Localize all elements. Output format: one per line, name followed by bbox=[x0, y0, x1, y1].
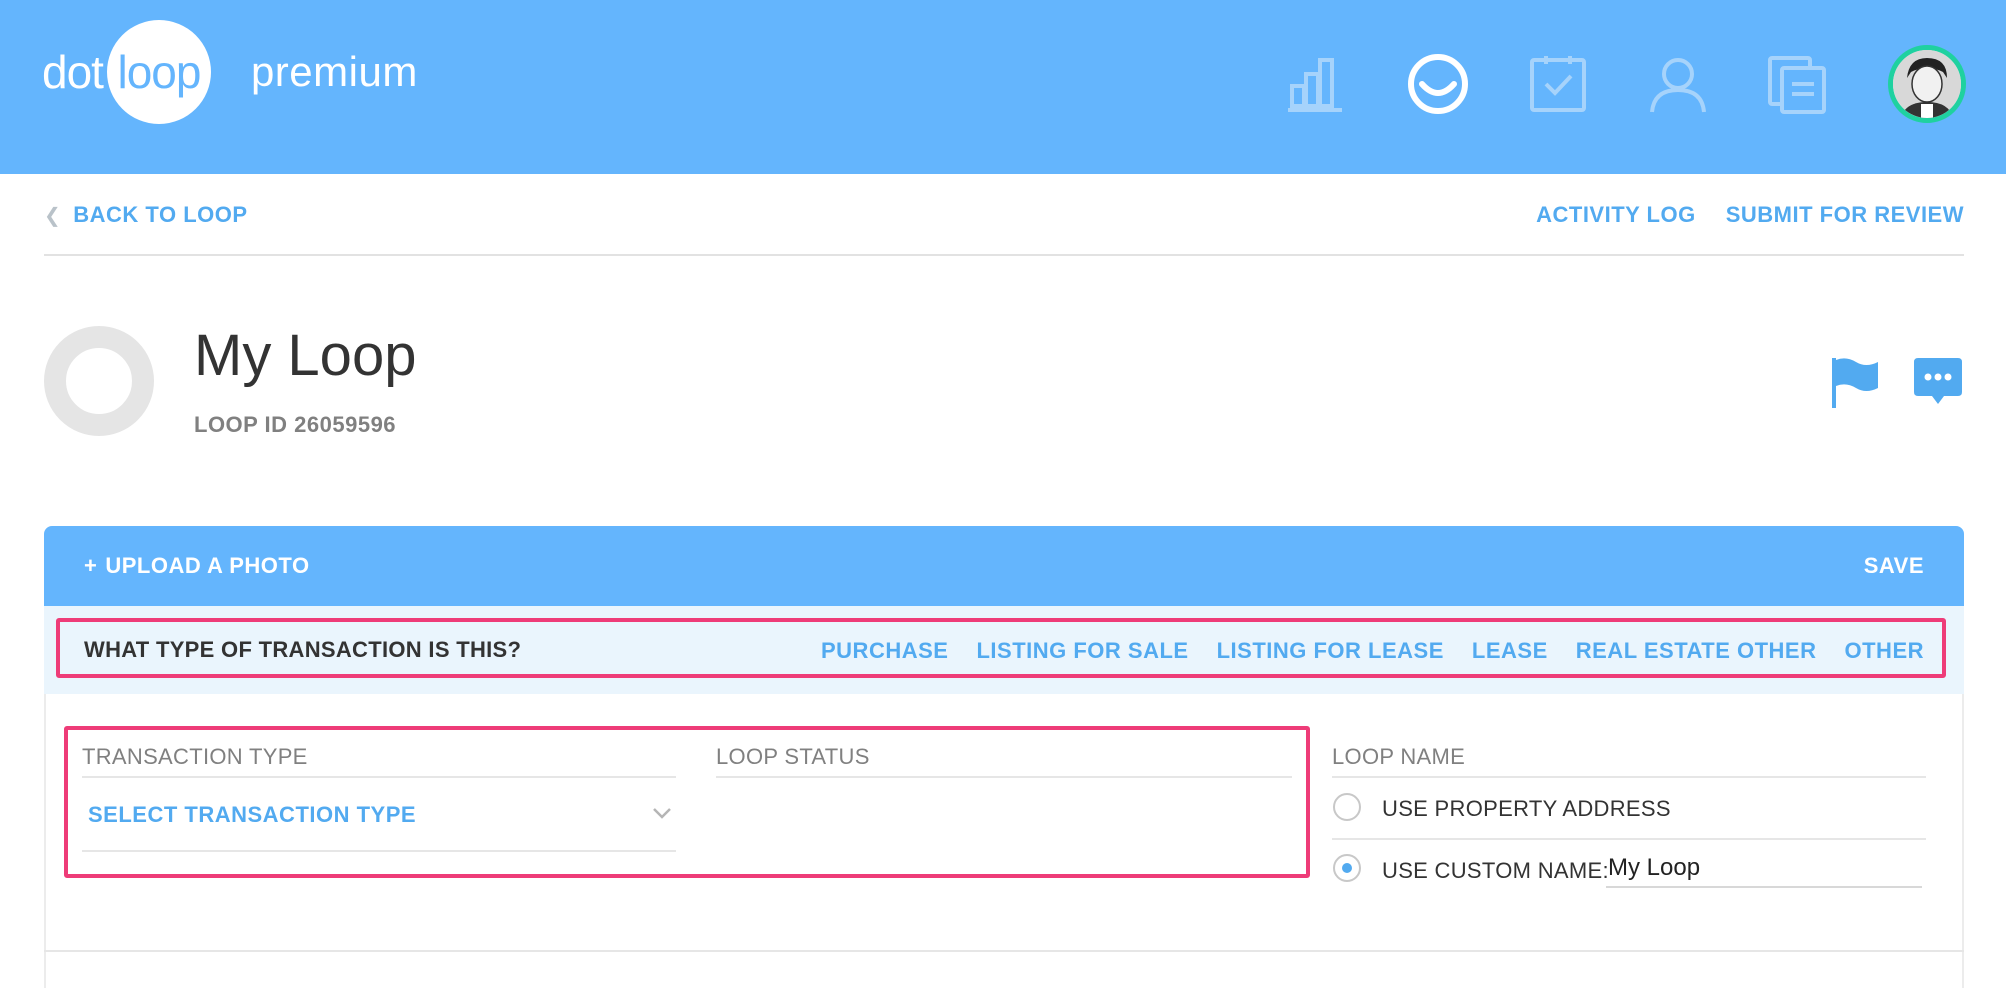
subnav-actions: ACTIVITY LOG SUBMIT FOR REVIEW bbox=[1536, 202, 1964, 228]
logo-premium: premium bbox=[250, 48, 418, 95]
loop-name-label: LOOP NAME bbox=[1332, 744, 1466, 769]
body-divider bbox=[44, 950, 1964, 952]
task-check-icon[interactable] bbox=[1526, 52, 1590, 116]
chevron-down-icon[interactable] bbox=[652, 806, 672, 820]
logo-text-dot: dot bbox=[42, 46, 104, 98]
plus-icon: + bbox=[84, 553, 98, 578]
use-custom-name-label: USE CUSTOM NAME: bbox=[1382, 858, 1609, 883]
chat-bubble-icon[interactable] bbox=[1912, 356, 1964, 408]
transaction-options: PURCHASE LISTING FOR SALE LISTING FOR LE… bbox=[821, 638, 1924, 664]
user-avatar[interactable] bbox=[1888, 45, 1966, 123]
back-to-loop-link[interactable]: ❮ BACK TO LOOP bbox=[44, 202, 248, 228]
loop-title: My Loop bbox=[194, 323, 417, 388]
transaction-question-highlight: WHAT TYPE OF TRANSACTION IS THIS? PURCHA… bbox=[56, 618, 1946, 678]
loop-id: LOOP ID 26059596 bbox=[194, 412, 397, 437]
divider bbox=[1332, 838, 1926, 840]
bar-chart-icon[interactable] bbox=[1286, 52, 1350, 116]
custom-name-input[interactable] bbox=[1606, 854, 1922, 888]
loop-smile-icon[interactable] bbox=[1406, 52, 1470, 116]
option-real-estate-other[interactable]: REAL ESTATE OTHER bbox=[1576, 638, 1817, 664]
option-listing-for-lease[interactable]: LISTING FOR LEASE bbox=[1217, 638, 1444, 664]
loop-details-header: + UPLOAD A PHOTO SAVE bbox=[44, 526, 1964, 606]
upload-photo-label: UPLOAD A PHOTO bbox=[105, 553, 310, 578]
transaction-question: WHAT TYPE OF TRANSACTION IS THIS? bbox=[84, 637, 522, 662]
use-custom-name-radio[interactable] bbox=[1333, 854, 1361, 882]
save-button[interactable]: SAVE bbox=[1864, 553, 1924, 579]
divider bbox=[716, 776, 1292, 778]
activity-log-link[interactable]: ACTIVITY LOG bbox=[1536, 202, 1696, 228]
use-property-address-label: USE PROPERTY ADDRESS bbox=[1382, 796, 1671, 821]
divider bbox=[82, 850, 676, 852]
loop-status-label: LOOP STATUS bbox=[716, 744, 870, 769]
transaction-type-select[interactable]: SELECT TRANSACTION TYPE bbox=[88, 802, 416, 828]
logo-circle: loop bbox=[106, 20, 211, 124]
flag-icon[interactable] bbox=[1830, 354, 1882, 410]
chevron-left-icon: ❮ bbox=[44, 204, 62, 227]
upload-photo-button[interactable]: + UPLOAD A PHOTO bbox=[84, 553, 310, 579]
sub-navigation: ❮ BACK TO LOOP ACTIVITY LOG SUBMIT FOR R… bbox=[44, 174, 1964, 256]
option-purchase[interactable]: PURCHASE bbox=[821, 638, 948, 664]
transaction-type-label: TRANSACTION TYPE bbox=[82, 744, 308, 769]
loop-photo-placeholder bbox=[44, 326, 154, 436]
divider bbox=[1332, 776, 1926, 778]
option-listing-for-sale[interactable]: LISTING FOR SALE bbox=[976, 638, 1188, 664]
submit-for-review-link[interactable]: SUBMIT FOR REVIEW bbox=[1726, 202, 1964, 228]
use-property-address-radio[interactable] bbox=[1333, 793, 1361, 821]
person-icon[interactable] bbox=[1646, 52, 1710, 116]
back-to-loop-label: BACK TO LOOP bbox=[73, 202, 248, 227]
divider bbox=[82, 776, 676, 778]
transaction-type-question-row: WHAT TYPE OF TRANSACTION IS THIS? PURCHA… bbox=[44, 606, 1964, 694]
dotloop-logo[interactable]: dot loop premium bbox=[42, 20, 418, 124]
top-bar: dot loop premium bbox=[0, 0, 2006, 174]
option-lease[interactable]: LEASE bbox=[1472, 638, 1548, 664]
documents-icon[interactable] bbox=[1766, 52, 1830, 116]
option-other[interactable]: OTHER bbox=[1845, 638, 1925, 664]
